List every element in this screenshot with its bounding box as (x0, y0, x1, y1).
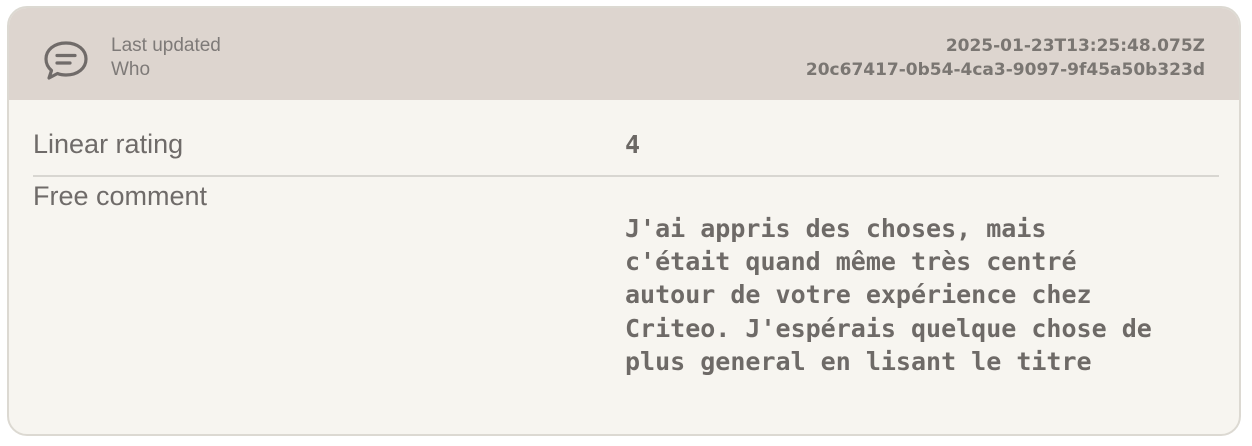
response-card: Last updated Who 2025-01-23T13:25:48.075… (7, 6, 1241, 436)
card-header: Last updated Who 2025-01-23T13:25:48.075… (9, 8, 1239, 100)
free-comment-row: Free comment J'ai appris des choses, mai… (33, 180, 1219, 400)
chat-bubble-icon (44, 41, 88, 80)
header-values: 2025-01-23T13:25:48.075Z 20c67417-0b54-4… (806, 34, 1205, 82)
who-label: Who (111, 59, 151, 80)
last-updated-label: Last updated (111, 35, 221, 56)
linear-rating-row: Linear rating 4 (33, 128, 1219, 177)
linear-rating-label: Linear rating (33, 129, 184, 159)
free-comment-value: J'ai appris des choses, mais c'était qua… (625, 214, 1152, 376)
last-updated-value: 2025-01-23T13:25:48.075Z (945, 36, 1205, 56)
linear-rating-value: 4 (625, 130, 641, 159)
who-value: 20c67417-0b54-4ca3-9097-9f45a50b323d (805, 60, 1205, 80)
header-labels: Last updated Who (111, 34, 221, 82)
free-comment-label: Free comment (33, 181, 208, 211)
